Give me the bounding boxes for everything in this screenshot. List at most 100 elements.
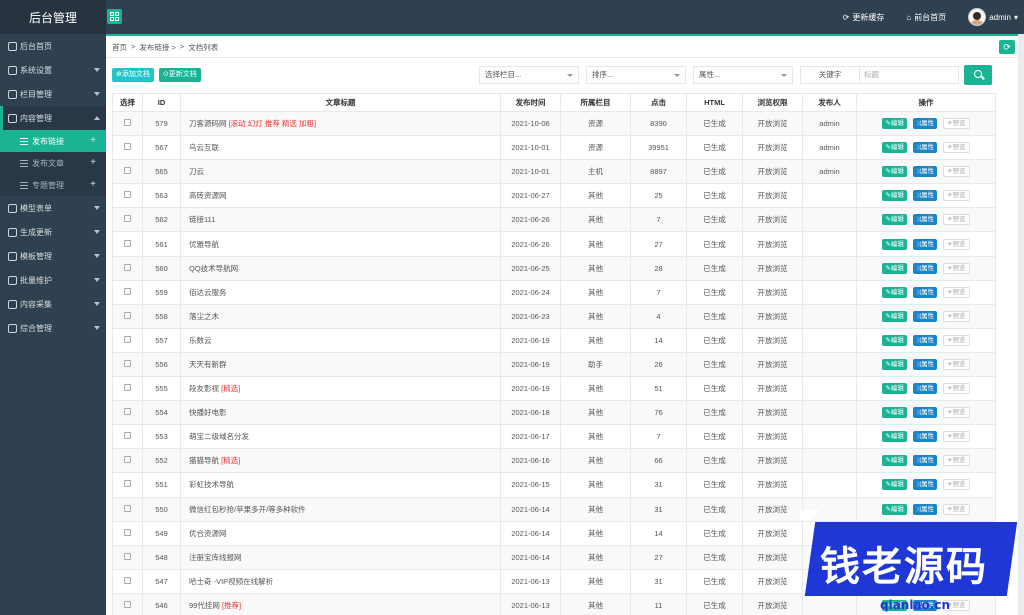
sidebar-subitem-publish-link[interactable]: 发布链接 + <box>0 130 106 152</box>
plus-icon[interactable]: + <box>90 179 96 190</box>
row-checkbox[interactable] <box>124 456 131 464</box>
plus-icon[interactable]: + <box>90 135 96 146</box>
preview-button[interactable]: ✈预览 <box>943 166 970 178</box>
preview-button[interactable]: ✈预览 <box>943 262 970 274</box>
attribute-button[interactable]: ⤨属性 <box>912 455 938 467</box>
attribute-button[interactable]: ⤨属性 <box>912 190 938 202</box>
preview-button[interactable]: ✈预览 <box>943 214 970 226</box>
row-title-link[interactable]: 彩虹技术导航 <box>189 480 234 489</box>
attribute-button[interactable]: ⤨属性 <box>912 262 938 274</box>
row-title-link[interactable]: 优雅导航 <box>189 240 219 249</box>
edit-button[interactable]: ✎编辑 <box>882 431 907 443</box>
sidebar-item-batch[interactable]: 批量维护 <box>0 268 106 292</box>
row-title-link[interactable]: 优合资源网 <box>189 529 227 538</box>
row-checkbox[interactable] <box>124 119 131 127</box>
attribute-button[interactable]: ⤨属性 <box>912 238 938 250</box>
row-title-link[interactable]: 微信红包秒抢/苹果多开/等多种软件 <box>189 505 306 514</box>
row-title-link[interactable]: 99代挂网 <box>189 601 220 610</box>
preview-button[interactable]: ✈预览 <box>943 455 970 467</box>
edit-button[interactable]: ✎编辑 <box>882 238 907 250</box>
edit-button[interactable]: ✎编辑 <box>882 118 907 130</box>
sidebar-item-general[interactable]: 综合管理 <box>0 316 106 340</box>
sidebar-subitem-topics[interactable]: 专题管理 + <box>0 174 106 196</box>
row-checkbox[interactable] <box>124 143 131 151</box>
sidebar-item-system[interactable]: 系统设置 <box>0 58 106 82</box>
edit-button[interactable]: ✎编辑 <box>882 166 907 178</box>
row-title-link[interactable]: 注册宝库线报网 <box>189 553 242 562</box>
row-title-link[interactable]: 哈士奇 -VIP视频在线解析 <box>189 577 273 586</box>
row-title-link[interactable]: QQ技术导航网 <box>189 264 238 273</box>
attribute-button[interactable]: ⤨属性 <box>912 142 938 154</box>
preview-button[interactable]: ✈预览 <box>943 334 970 346</box>
preview-button[interactable]: ✈预览 <box>943 310 970 322</box>
clear-cache-link[interactable]: ⟳ 更新缓存 <box>843 12 885 23</box>
preview-button[interactable]: ✈预览 <box>943 479 970 491</box>
row-checkbox[interactable] <box>124 287 131 295</box>
row-checkbox[interactable] <box>124 215 131 223</box>
sidebar-item-home[interactable]: 后台首页 <box>0 34 106 58</box>
edit-button[interactable]: ✎编辑 <box>882 358 907 370</box>
sidebar-item-model[interactable]: 模型表单 <box>0 196 106 220</box>
row-checkbox[interactable] <box>124 504 131 512</box>
preview-button[interactable]: ✈预览 <box>943 142 970 154</box>
attribute-button[interactable]: ⤨属性 <box>912 431 938 443</box>
row-title-link[interactable]: 落尘之木 <box>189 312 219 321</box>
plus-icon[interactable]: + <box>90 157 96 168</box>
row-checkbox[interactable] <box>124 167 131 175</box>
row-checkbox[interactable] <box>124 528 131 536</box>
edit-button[interactable]: ✎编辑 <box>882 383 907 395</box>
edit-button[interactable]: ✎编辑 <box>882 142 907 154</box>
attribute-button[interactable]: ⤨属性 <box>912 166 938 178</box>
keyword-input[interactable]: 标题 <box>859 66 959 84</box>
row-title-link[interactable]: 快播好电影 <box>189 408 227 417</box>
breadcrumb-home[interactable]: 首页 <box>112 42 127 53</box>
update-document-button[interactable]: ⊙更新文档 <box>158 68 201 82</box>
user-menu[interactable]: admin ▾ <box>968 8 1018 26</box>
row-checkbox[interactable] <box>124 432 131 440</box>
preview-button[interactable]: ✈预览 <box>943 407 970 419</box>
attribute-button[interactable]: ⤨属性 <box>912 479 938 491</box>
attribute-button[interactable]: ⤨属性 <box>912 407 938 419</box>
row-title-link[interactable]: 天天有新群 <box>189 360 227 369</box>
row-title-link[interactable]: 高砖资源网 <box>189 191 227 200</box>
row-checkbox[interactable] <box>124 335 131 343</box>
preview-button[interactable]: ✈预览 <box>943 358 970 370</box>
preview-button[interactable]: ✈预览 <box>943 431 970 443</box>
attribute-button[interactable]: ⤨属性 <box>912 214 938 226</box>
sidebar-item-generate[interactable]: 生成更新 <box>0 220 106 244</box>
breadcrumb-publish-link[interactable]: 发布链接 > <box>139 42 175 53</box>
front-home-link[interactable]: ⌂ 前台首页 <box>906 12 946 23</box>
row-checkbox[interactable] <box>124 239 131 247</box>
row-checkbox[interactable] <box>124 384 131 392</box>
preview-button[interactable]: ✈预览 <box>943 190 970 202</box>
attribute-button[interactable]: ⤨属性 <box>912 334 938 346</box>
menu-toggle-icon[interactable] <box>107 9 122 24</box>
row-title-link[interactable]: 萌宝二级域名分发 <box>189 432 249 441</box>
sidebar-subitem-publish-article[interactable]: 发布文章 + <box>0 152 106 174</box>
preview-button[interactable]: ✈预览 <box>943 286 970 298</box>
row-checkbox[interactable] <box>124 263 131 271</box>
row-title-link[interactable]: 乐数云 <box>189 336 212 345</box>
attribute-button[interactable]: ⤨属性 <box>912 310 938 322</box>
attribute-button[interactable]: ⤨属性 <box>912 286 938 298</box>
sidebar-item-content[interactable]: 内容管理 <box>0 106 106 130</box>
row-title-link[interactable]: 段友影视 <box>189 384 219 393</box>
row-checkbox[interactable] <box>124 576 131 584</box>
row-title-link[interactable]: 乌云互联 <box>189 143 219 152</box>
column-select[interactable]: 选择栏目... <box>479 66 579 84</box>
row-checkbox[interactable] <box>124 552 131 560</box>
row-title-link[interactable]: 佰达云服务 <box>189 288 227 297</box>
edit-button[interactable]: ✎编辑 <box>882 407 907 419</box>
sidebar-item-columns[interactable]: 栏目管理 <box>0 82 106 106</box>
row-checkbox[interactable] <box>124 480 131 488</box>
attribute-select[interactable]: 属性... <box>693 66 793 84</box>
preview-button[interactable]: ✈预览 <box>943 118 970 130</box>
row-checkbox[interactable] <box>124 191 131 199</box>
row-title-link[interactable]: 链接111 <box>189 215 215 224</box>
attribute-button[interactable]: ⤨属性 <box>912 118 938 130</box>
row-checkbox[interactable] <box>124 600 131 608</box>
row-checkbox[interactable] <box>124 408 131 416</box>
row-checkbox[interactable] <box>124 311 131 319</box>
row-title-link[interactable]: 刀云 <box>189 167 204 176</box>
add-document-button[interactable]: ⊕添加文档 <box>112 68 154 82</box>
